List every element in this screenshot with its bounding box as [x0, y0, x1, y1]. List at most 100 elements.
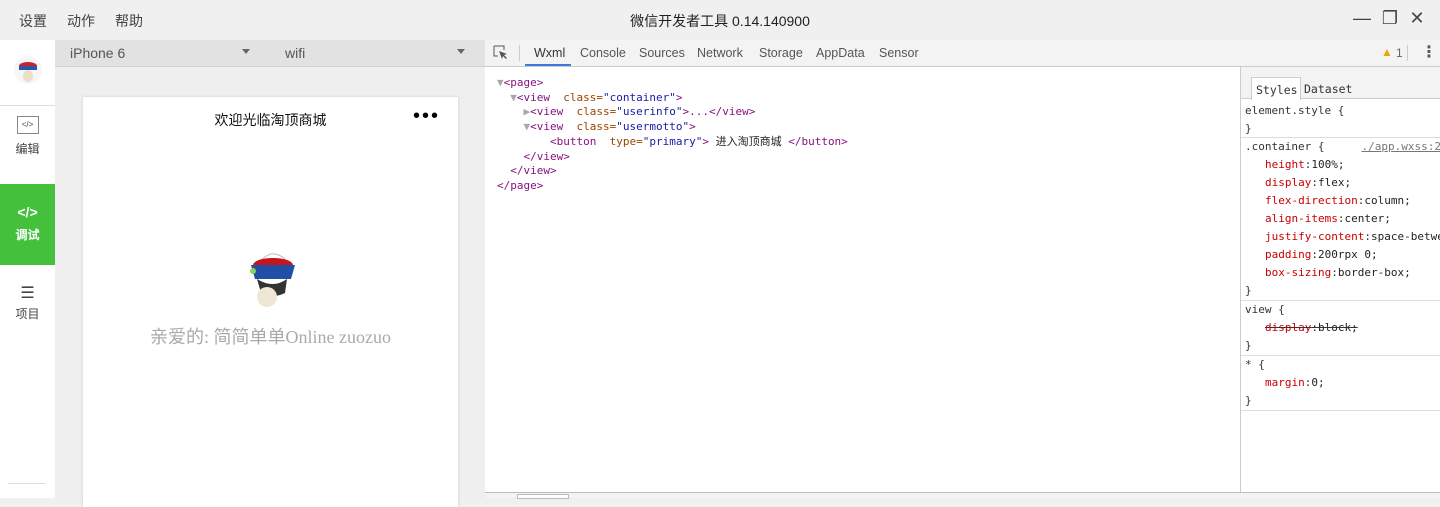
sidebar: </> 编辑 </> 调试 ☰ 项目 [0, 40, 55, 498]
selector: view { [1245, 303, 1285, 316]
tab-storage[interactable]: Storage [759, 46, 803, 60]
rule-view: view { display:block;} [1241, 301, 1440, 356]
code-icon: </> [16, 116, 39, 134]
drawer-bar [485, 492, 1440, 499]
property-name: align-items [1265, 212, 1338, 225]
close-icon[interactable]: ✕ [1406, 8, 1428, 29]
devtools: Wxml Console Sources Network Storage App… [485, 40, 1440, 499]
divider [1407, 45, 1408, 61]
property-name: margin [1265, 376, 1305, 389]
property-value: column; [1364, 194, 1411, 207]
tree-node-usermotto[interactable]: ▼<view class="usermotto"> [497, 120, 848, 135]
more-options-icon[interactable]: ⋮ [1421, 42, 1437, 62]
rule-close: } [1245, 284, 1252, 297]
property-list: height:100%; display:flex; flex-direction:… [1245, 156, 1440, 282]
tree-node-userinfo[interactable]: ▶<view class="userinfo">...</view> [497, 105, 848, 120]
styles-tabbar: Styles Dataset [1241, 67, 1440, 100]
rule-close: } [1245, 394, 1252, 407]
rule-close: } [1245, 339, 1252, 352]
property-value: block; [1317, 321, 1358, 334]
source-link[interactable]: ./app.wxss:2 [1362, 138, 1440, 156]
nav-title: 欢迎光临淘顶商城 [214, 112, 327, 128]
code-icon: </> [17, 204, 38, 220]
drawer-tab[interactable] [517, 494, 569, 499]
tab-appdata[interactable]: AppData [816, 46, 865, 60]
style-property[interactable]: margin:0; [1245, 374, 1440, 392]
tree-node-close: </view> [523, 149, 570, 163]
rule-container: .container {./app.wxss:2 height:100%; disp… [1241, 138, 1440, 301]
chevron-down-icon[interactable] [242, 49, 250, 54]
tree-node-container[interactable]: ▼<view class="container"> [497, 91, 848, 106]
style-property[interactable]: flex-direction:column; [1245, 192, 1440, 210]
sidebar-item-label: 项目 [15, 307, 40, 321]
simulator: iPhone 6 wifi 欢迎光临淘顶商城 ••• 亲爱的: 简简单单Onli… [55, 40, 485, 507]
property-value: 100%; [1311, 158, 1345, 171]
sidebar-item-edit[interactable]: </> 编辑 [0, 112, 55, 182]
tree-node-page[interactable]: ▼<page> [497, 76, 848, 91]
sidebar-item-label: 调试 [15, 228, 40, 242]
tab-network[interactable]: Network [697, 46, 743, 60]
warning-count[interactable]: 1 [1396, 46, 1403, 60]
style-property[interactable]: align-items:center; [1245, 210, 1440, 228]
tree-node-close: </view> [510, 164, 557, 178]
tab-wxml[interactable]: Wxml [534, 46, 565, 60]
property-name: display [1265, 321, 1312, 334]
device-select[interactable]: iPhone 6 [70, 45, 125, 61]
selector: * { [1245, 358, 1265, 371]
style-property[interactable]: display:block; [1245, 319, 1440, 337]
sidebar-item-label: 编辑 [15, 142, 40, 156]
property-value: space-between; [1370, 230, 1440, 243]
property-name: padding [1265, 248, 1312, 261]
property-name: flex-direction [1265, 194, 1358, 207]
style-property[interactable]: display:flex; [1245, 174, 1440, 192]
property-name: height [1265, 158, 1305, 171]
style-property[interactable]: height:100%; [1245, 156, 1440, 174]
minimize-icon[interactable]: — [1351, 8, 1373, 29]
property-value: 0; [1311, 376, 1325, 389]
network-select[interactable]: wifi [285, 45, 305, 61]
tab-dataset[interactable]: Dataset [1304, 82, 1352, 96]
active-tab-indicator [525, 64, 571, 66]
style-property[interactable]: padding:200rpx 0; [1245, 246, 1440, 264]
menu-icon: ☰ [20, 285, 35, 302]
selector: element.style { [1245, 104, 1345, 117]
avatar-icon [13, 56, 42, 84]
more-icon[interactable]: ••• [413, 105, 440, 128]
rule-element-style: element.style {} [1241, 102, 1440, 138]
wxml-tree: ▼<page> ▼<view class="container"> ▶<view… [497, 76, 848, 194]
window-title: 微信开发者工具 0.14.140900 [630, 13, 810, 29]
maximize-icon[interactable]: ❐ [1379, 8, 1401, 29]
tree-node-close: </page> [497, 178, 544, 192]
property-value: center; [1344, 212, 1391, 225]
avatar[interactable] [0, 40, 55, 106]
divider [519, 45, 520, 61]
phone-screen: 欢迎光临淘顶商城 ••• 亲爱的: 简简单单Online zuozuo [83, 97, 458, 507]
property-value: flex; [1317, 176, 1352, 189]
property-name: box-sizing [1265, 266, 1332, 279]
divider [8, 483, 46, 484]
inspect-icon[interactable] [493, 45, 508, 60]
warning-icon[interactable]: ▲ [1381, 45, 1393, 59]
title-bar: 设置 动作 帮助 微信开发者工具 0.14.140900 — ❐ ✕ [0, 0, 1440, 40]
chevron-down-icon[interactable] [457, 49, 465, 54]
user-avatar [250, 253, 295, 307]
tab-sensor[interactable]: Sensor [879, 46, 919, 60]
user-motto: 亲爱的: 简简单单Online zuozuo [150, 327, 391, 347]
tree-node-button[interactable]: <button type="primary"> 进入淘顶商城 </button> [497, 135, 848, 150]
simulator-toolbar: iPhone 6 wifi [55, 40, 485, 67]
tab-console[interactable]: Console [580, 46, 626, 60]
sidebar-item-project[interactable]: ☰ 项目 [0, 265, 55, 345]
style-property[interactable]: justify-content:space-between; [1245, 228, 1440, 246]
property-value: 200rpx 0; [1317, 248, 1378, 261]
styles-panel: Styles Dataset element.style {} .contain… [1240, 67, 1440, 493]
style-property[interactable]: box-sizing:border-box; [1245, 264, 1440, 282]
property-name: display [1265, 176, 1312, 189]
property-value: border-box; [1337, 266, 1411, 279]
rule-close: } [1245, 122, 1252, 135]
sidebar-item-debug[interactable]: </> 调试 [0, 184, 55, 265]
tab-sources[interactable]: Sources [639, 46, 685, 60]
tab-styles[interactable]: Styles [1251, 77, 1301, 100]
rule-universal: * { margin:0;} [1241, 356, 1440, 411]
property-name: justify-content [1265, 230, 1365, 243]
devtools-tabbar: Wxml Console Sources Network Storage App… [485, 40, 1440, 67]
